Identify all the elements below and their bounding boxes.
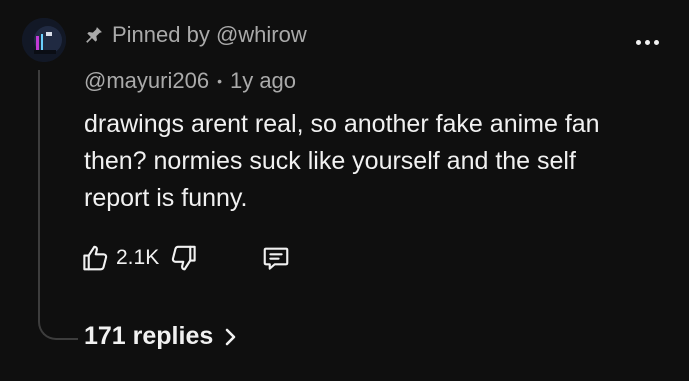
author-handle[interactable]: @mayuri206 <box>84 68 209 94</box>
like-count: 2.1K <box>116 246 160 269</box>
more-dot <box>653 39 659 45</box>
pinned-comment: Pinned by @whirow @mayuri206 • 1y ago dr… <box>0 0 689 381</box>
reply-button[interactable] <box>261 243 291 273</box>
comment-text: drawings arent real, so another fake ani… <box>84 110 600 212</box>
comment-actions: 2.1K <box>80 238 291 278</box>
thumbs-up-icon <box>80 243 110 273</box>
dislike-button[interactable] <box>169 243 199 273</box>
chevron-right-icon <box>223 327 237 347</box>
like-button[interactable]: 2.1K <box>80 243 159 273</box>
meta-separator: • <box>217 73 222 89</box>
comment-icon <box>261 243 291 273</box>
pin-icon <box>84 25 104 45</box>
pinned-label: Pinned by @whirow <box>112 22 307 47</box>
view-replies-button[interactable]: 171 replies <box>84 322 237 351</box>
thread-line <box>38 70 78 340</box>
replies-count-label: 171 replies <box>84 322 214 350</box>
more-options-button[interactable] <box>633 30 661 54</box>
comment-meta: @mayuri206 • 1y ago <box>84 68 296 94</box>
avatar-image <box>22 18 66 62</box>
avatar[interactable] <box>22 18 66 62</box>
more-dot <box>635 39 641 45</box>
thumbs-down-icon <box>169 243 199 273</box>
comment-timestamp[interactable]: 1y ago <box>230 68 296 94</box>
pinned-indicator: Pinned by @whirow <box>84 22 307 48</box>
more-dot <box>644 39 650 45</box>
